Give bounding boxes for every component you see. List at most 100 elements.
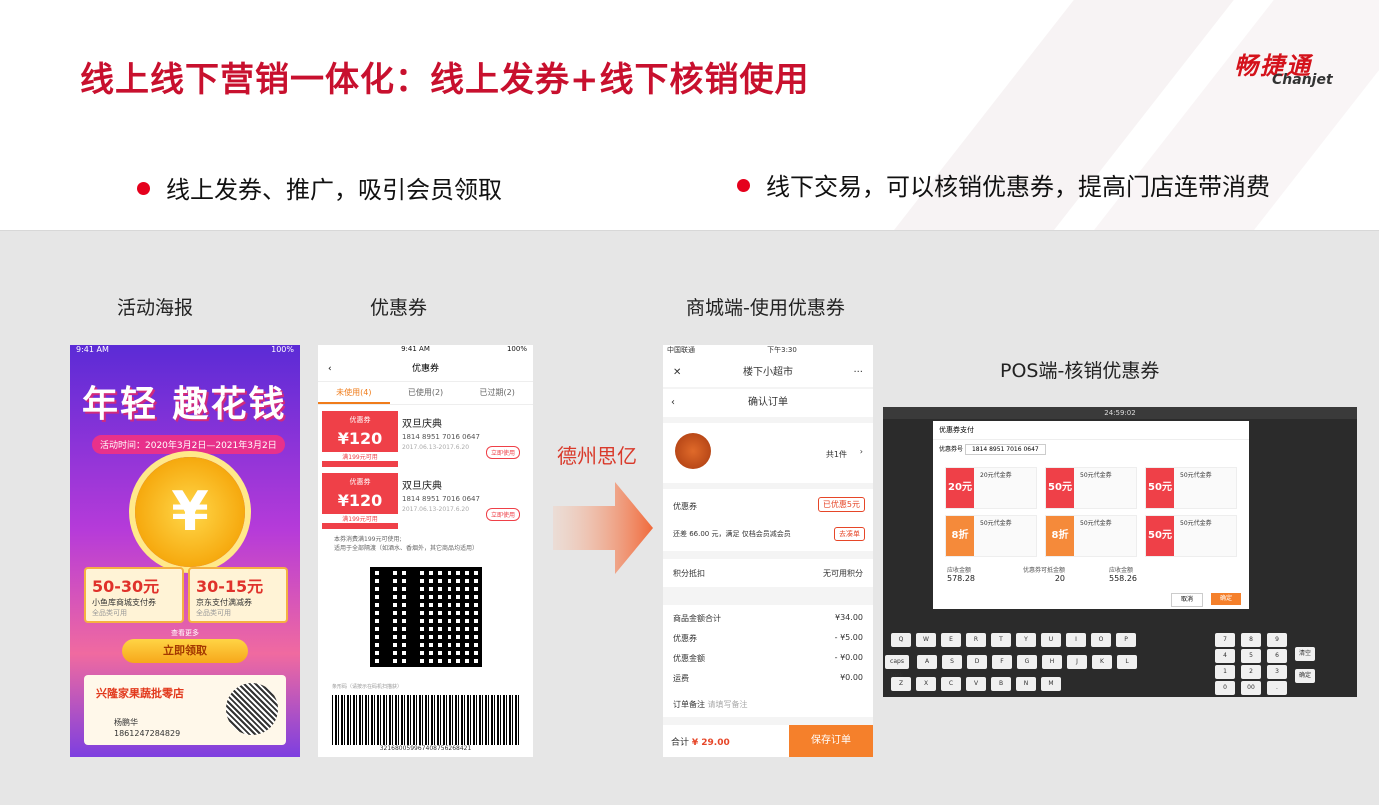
coupon-no-row: 优惠券号 1814 8951 7016 0647 (933, 440, 1249, 457)
numpad-key[interactable]: 5 (1241, 649, 1261, 663)
key-e[interactable]: E (941, 633, 961, 647)
bullet-dot-icon (137, 181, 150, 195)
ok-button[interactable]: 确定 (1211, 593, 1241, 605)
key-j[interactable]: J (1067, 655, 1087, 669)
add-items-button[interactable]: 去凑单 (834, 527, 865, 541)
key-l[interactable]: L (1117, 655, 1137, 669)
points-row[interactable]: 积分抵扣 无可用积分 (663, 559, 873, 587)
poster-ticket[interactable]: 50-30元 小鱼库商城支付券 全品类可用 (84, 567, 184, 623)
cancel-button[interactable]: 取消 (1171, 593, 1203, 607)
shop-name: 兴隆家果蔬批零店 (96, 687, 184, 700)
coupon-no-input[interactable]: 1814 8951 7016 0647 (964, 444, 1046, 455)
caption-mall: 商城端-使用优惠券 (686, 297, 845, 319)
barcode-number: 3216800599674087562684​21 (379, 745, 472, 752)
key-g[interactable]: G (1017, 655, 1037, 669)
key-t[interactable]: T (991, 633, 1011, 647)
tab-used[interactable]: 已使用(2) (390, 382, 462, 404)
save-order-button[interactable]: 保存订单 (789, 725, 873, 757)
price-summary: 商品金额合计 ¥34.00 优惠券 - ¥5.00 优惠金额 - ¥0.00 运费 ¥0… (663, 605, 873, 717)
key-d[interactable]: D (967, 655, 987, 669)
caption-pos: POS端-核销优惠券 (1000, 360, 1160, 382)
key-c[interactable]: C (941, 677, 961, 691)
confirm-key[interactable]: 确定 (1295, 669, 1315, 683)
product-row[interactable]: 共1件 › (663, 423, 873, 483)
qr-code-icon (226, 683, 278, 735)
key-v[interactable]: V (966, 677, 986, 691)
status-bar: 9:41 AM 100% (401, 345, 527, 353)
coupon-select[interactable]: 已优惠5元 (817, 497, 865, 512)
key-y[interactable]: Y (1016, 633, 1036, 647)
key-n[interactable]: N (1016, 677, 1036, 691)
shop-card: 兴隆家果蔬批零店 杨鹏华 18612472848​29 (84, 675, 286, 745)
key-u[interactable]: U (1041, 633, 1061, 647)
more-link[interactable]: 查看更多 (70, 628, 300, 638)
use-button[interactable]: 立即使用 (485, 508, 520, 521)
remark-input[interactable]: 请填写备注 (708, 700, 748, 709)
key-p[interactable]: P (1116, 633, 1136, 647)
pos-coupon-card[interactable]: 50元 50元代金券 (1145, 467, 1237, 509)
pos-coupon-card[interactable]: 50元 50元代金券 (1045, 467, 1137, 509)
coupon-description: 本券消费满199元可使用; 适用于全部隔渡（如酒水、香烟外，其它商品均适用） (334, 536, 479, 552)
key-s[interactable]: S (942, 655, 962, 669)
numpad-key[interactable]: 7 (1215, 633, 1235, 647)
coupon-card[interactable]: 优惠券 ¥120 满199元可用 双旦庆典 1814 8951 7016 0647 20… (322, 473, 528, 529)
coupon-section: 优惠券 已优惠5元 还差 66.00 元，满足 仅档会员减会员 去凑单 (663, 489, 873, 551)
dialog-title: 优惠券支付 (933, 421, 1249, 440)
key-x[interactable]: X (916, 677, 936, 691)
tab-unused[interactable]: 未使用(4) (318, 382, 390, 404)
coupon-card[interactable]: 优惠券 ¥120 满199元可用 双旦庆典 1814 8951 7016 0647 20… (322, 411, 528, 467)
pos-screenshot: 24:59:02 优惠券支付 优惠券号 1814 8951 7016 0647 … (883, 407, 1357, 697)
yuan-coin-icon: ¥ (135, 457, 245, 567)
back-icon[interactable]: ‹ (328, 357, 332, 381)
pos-coupon-card[interactable]: 8折 50元代金券 (1045, 515, 1137, 557)
status-bar: 中国联通 下午3:30 (663, 345, 873, 359)
key-h[interactable]: H (1042, 655, 1062, 669)
coupon-header: ‹ 优惠券 (318, 357, 533, 382)
pos-coupon-card[interactable]: 20元 20元代金券 (945, 467, 1037, 509)
use-button[interactable]: 立即使用 (485, 446, 520, 459)
numpad-key[interactable]: 8 (1241, 633, 1261, 647)
brand-logo-en: Chanjet (1272, 72, 1333, 88)
pos-coupon-card[interactable]: 8折 50元代金券 (945, 515, 1037, 557)
numpad-key[interactable]: 4 (1215, 649, 1235, 663)
numpad-key[interactable]: 9 (1267, 633, 1287, 647)
numpad-key[interactable]: 1 (1215, 665, 1235, 679)
key-o[interactable]: O (1091, 633, 1111, 647)
numpad-key[interactable]: 00 (1241, 681, 1261, 695)
key-q[interactable]: Q (891, 633, 911, 647)
numpad-key[interactable]: 2 (1241, 665, 1261, 679)
barcode-icon (332, 695, 520, 745)
numpad-key[interactable]: 0 (1215, 681, 1235, 695)
clear-key[interactable]: 清空 (1295, 647, 1315, 661)
key-f[interactable]: F (992, 655, 1012, 669)
status-bar: 9:41 AM 100% (76, 345, 294, 354)
claim-button[interactable]: 立即领取 (122, 639, 248, 663)
key-caps-lock[interactable]: caps lock (885, 655, 909, 679)
poster-period: 活动时间：2020年3月2日—2021年3月2日 (92, 435, 285, 454)
poster-ticket[interactable]: 30-15元 京东支付满减券 全品类可用 (188, 567, 288, 623)
arrow-right-icon (553, 482, 653, 574)
key-i[interactable]: I (1066, 633, 1086, 647)
poster-headline: 年轻 趣花钱 (82, 384, 287, 425)
poster-screenshot: 9:41 AM 100% 年轻 趣花钱 活动时间：2020年3月2日—2021年3… (70, 345, 300, 757)
numpad-key[interactable]: 6 (1267, 649, 1287, 663)
numpad-key[interactable]: 3 (1267, 665, 1287, 679)
page-header: ‹ 确认订单 (663, 389, 873, 417)
key-b[interactable]: B (991, 677, 1011, 691)
numpad-key[interactable]: . (1267, 681, 1287, 695)
key-a[interactable]: A (917, 655, 937, 669)
qr-code-icon (370, 567, 482, 667)
more-icon[interactable]: ··· (853, 359, 863, 387)
page-title: 线上线下营销一体化：线上发券+线下核销使用 (80, 60, 810, 100)
back-icon[interactable]: ‹ (671, 389, 675, 417)
key-k[interactable]: K (1092, 655, 1112, 669)
caption-poster: 活动海报 (117, 297, 194, 319)
caption-coupon: 优惠券 (370, 297, 428, 319)
tab-expired[interactable]: 已过期(2) (461, 382, 533, 404)
key-r[interactable]: R (966, 633, 986, 647)
pos-coupon-card[interactable]: 50元 50元代金券 (1145, 515, 1237, 557)
pos-titlebar: 24:59:02 (883, 407, 1357, 419)
key-w[interactable]: W (916, 633, 936, 647)
key-m[interactable]: M (1041, 677, 1061, 691)
close-icon[interactable]: ✕ (673, 359, 681, 387)
